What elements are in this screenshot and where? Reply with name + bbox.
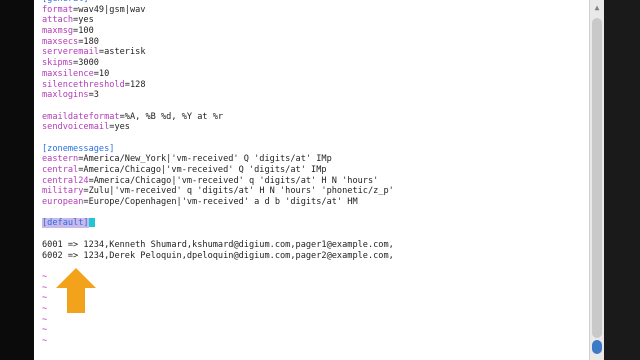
config-key: central24 [42,175,89,186]
editor-line: eastern=America/New_York|'vm-received' Q… [42,154,585,165]
editor-line: emaildateformat=%A, %B %d, %Y at %r [42,112,585,123]
mailbox-definition: => 1234,Kenneth Shumard,kshumard@digium.… [62,239,394,250]
editor-line: maxlogins=3 [42,90,585,101]
config-key: maxsilence [42,68,94,79]
config-value: =10 [93,68,110,79]
editor-line: sendvoicemail=yes [42,122,585,133]
config-value: =Zulu|'vm-received' q 'digits/at' H N 'h… [83,186,394,197]
editor-line: [default] [42,218,585,229]
editor-line: silencethreshold=128 [42,80,585,91]
editor-line: ~ [42,325,585,336]
config-value: =180 [78,36,99,47]
config-key: attach [42,15,74,26]
config-key: skipms [42,58,74,69]
empty-line-marker: ~ [42,314,48,325]
scroll-thumb[interactable] [592,18,602,338]
editor-line: ~ [42,283,585,294]
editor-line: european=Europe/Copenhagen|'vm-received'… [42,197,585,208]
config-value: =yes [73,15,94,26]
scroll-position-indicator [592,340,602,354]
up-arrow-icon [56,268,96,313]
scroll-up-arrow-icon[interactable]: ▲ [593,4,601,12]
config-key: silencethreshold [42,79,125,90]
mailbox-number: 6002 [42,250,63,261]
config-value: =America/Chicago|'vm-received' q 'digits… [88,175,379,186]
mailbox-number: 6001 [42,239,63,250]
vertical-scrollbar[interactable]: ▲ [589,0,604,360]
config-value: =128 [124,79,146,90]
section-header: [general] [42,0,89,4]
config-key: sendvoicemail [42,122,110,133]
empty-line-marker: ~ [42,271,48,282]
config-value: =3000 [73,58,99,69]
editor-line: ~ [42,293,585,304]
editor-line: maxmsg=100 [42,26,585,37]
editor-line: ~ [42,315,585,326]
text-cursor [88,218,95,228]
config-key: serveremail [42,47,99,58]
section-header: [default] [42,218,89,229]
editor-line: central24=America/Chicago|'vm-received' … [42,176,585,187]
editor-line: format=wav49|gsm|wav [42,5,585,16]
editor-content[interactable]: [general]format=wav49|gsm|wavattach=yesm… [42,0,585,347]
config-key: european [42,197,84,208]
empty-line-marker: ~ [42,303,48,314]
config-key: maxmsg [42,26,74,37]
config-value: =America/New_York|'vm-received' Q 'digit… [78,154,332,165]
editor-line: attach=yes [42,15,585,26]
editor-line: ~ [42,304,585,315]
terminal-window[interactable]: [general]format=wav49|gsm|wavattach=yesm… [34,0,589,360]
config-key: emaildateformat [42,111,120,122]
config-key: maxsecs [42,36,79,47]
editor-line: serveremail=asterisk [42,47,585,58]
config-value: =%A, %B %d, %Y at %r [119,111,224,122]
config-value: =wav49|gsm|wav [73,4,146,15]
section-header: [zonemessages] [42,143,115,154]
editor-line: skipms=3000 [42,58,585,69]
editor-line: ~ [42,272,585,283]
config-key: military [42,186,84,197]
editor-line: 6002 => 1234,Derek Peloquin,dpeloquin@di… [42,251,585,262]
empty-line-marker: ~ [42,325,48,336]
editor-line: maxsecs=180 [42,37,585,48]
config-value: =asterisk [98,47,146,58]
empty-line-marker: ~ [42,336,48,346]
editor-line: ~ [42,336,585,347]
empty-line-marker: ~ [42,282,48,293]
config-value: =3 [88,90,99,101]
config-key: central [42,165,79,175]
config-value: =America/Chicago|'vm-received' Q 'digits… [78,165,327,175]
editor-line: military=Zulu|'vm-received' q 'digits/at… [42,186,585,197]
config-key: eastern [42,154,79,165]
mailbox-definition: => 1234,Derek Peloquin,dpeloquin@digium.… [62,250,394,261]
config-value: =yes [109,122,130,133]
config-value: =Europe/Copenhagen|'vm-received' a d b '… [83,197,358,208]
editor-line: central=America/Chicago|'vm-received' Q … [42,165,585,176]
empty-line-marker: ~ [42,293,48,304]
config-key: format [42,4,74,15]
editor-line: maxsilence=10 [42,69,585,80]
editor-line: 6001 => 1234,Kenneth Shumard,kshumard@di… [42,240,585,251]
editor-line: [zonemessages] [42,144,585,155]
config-value: =100 [73,26,94,37]
config-key: maxlogins [42,90,89,101]
